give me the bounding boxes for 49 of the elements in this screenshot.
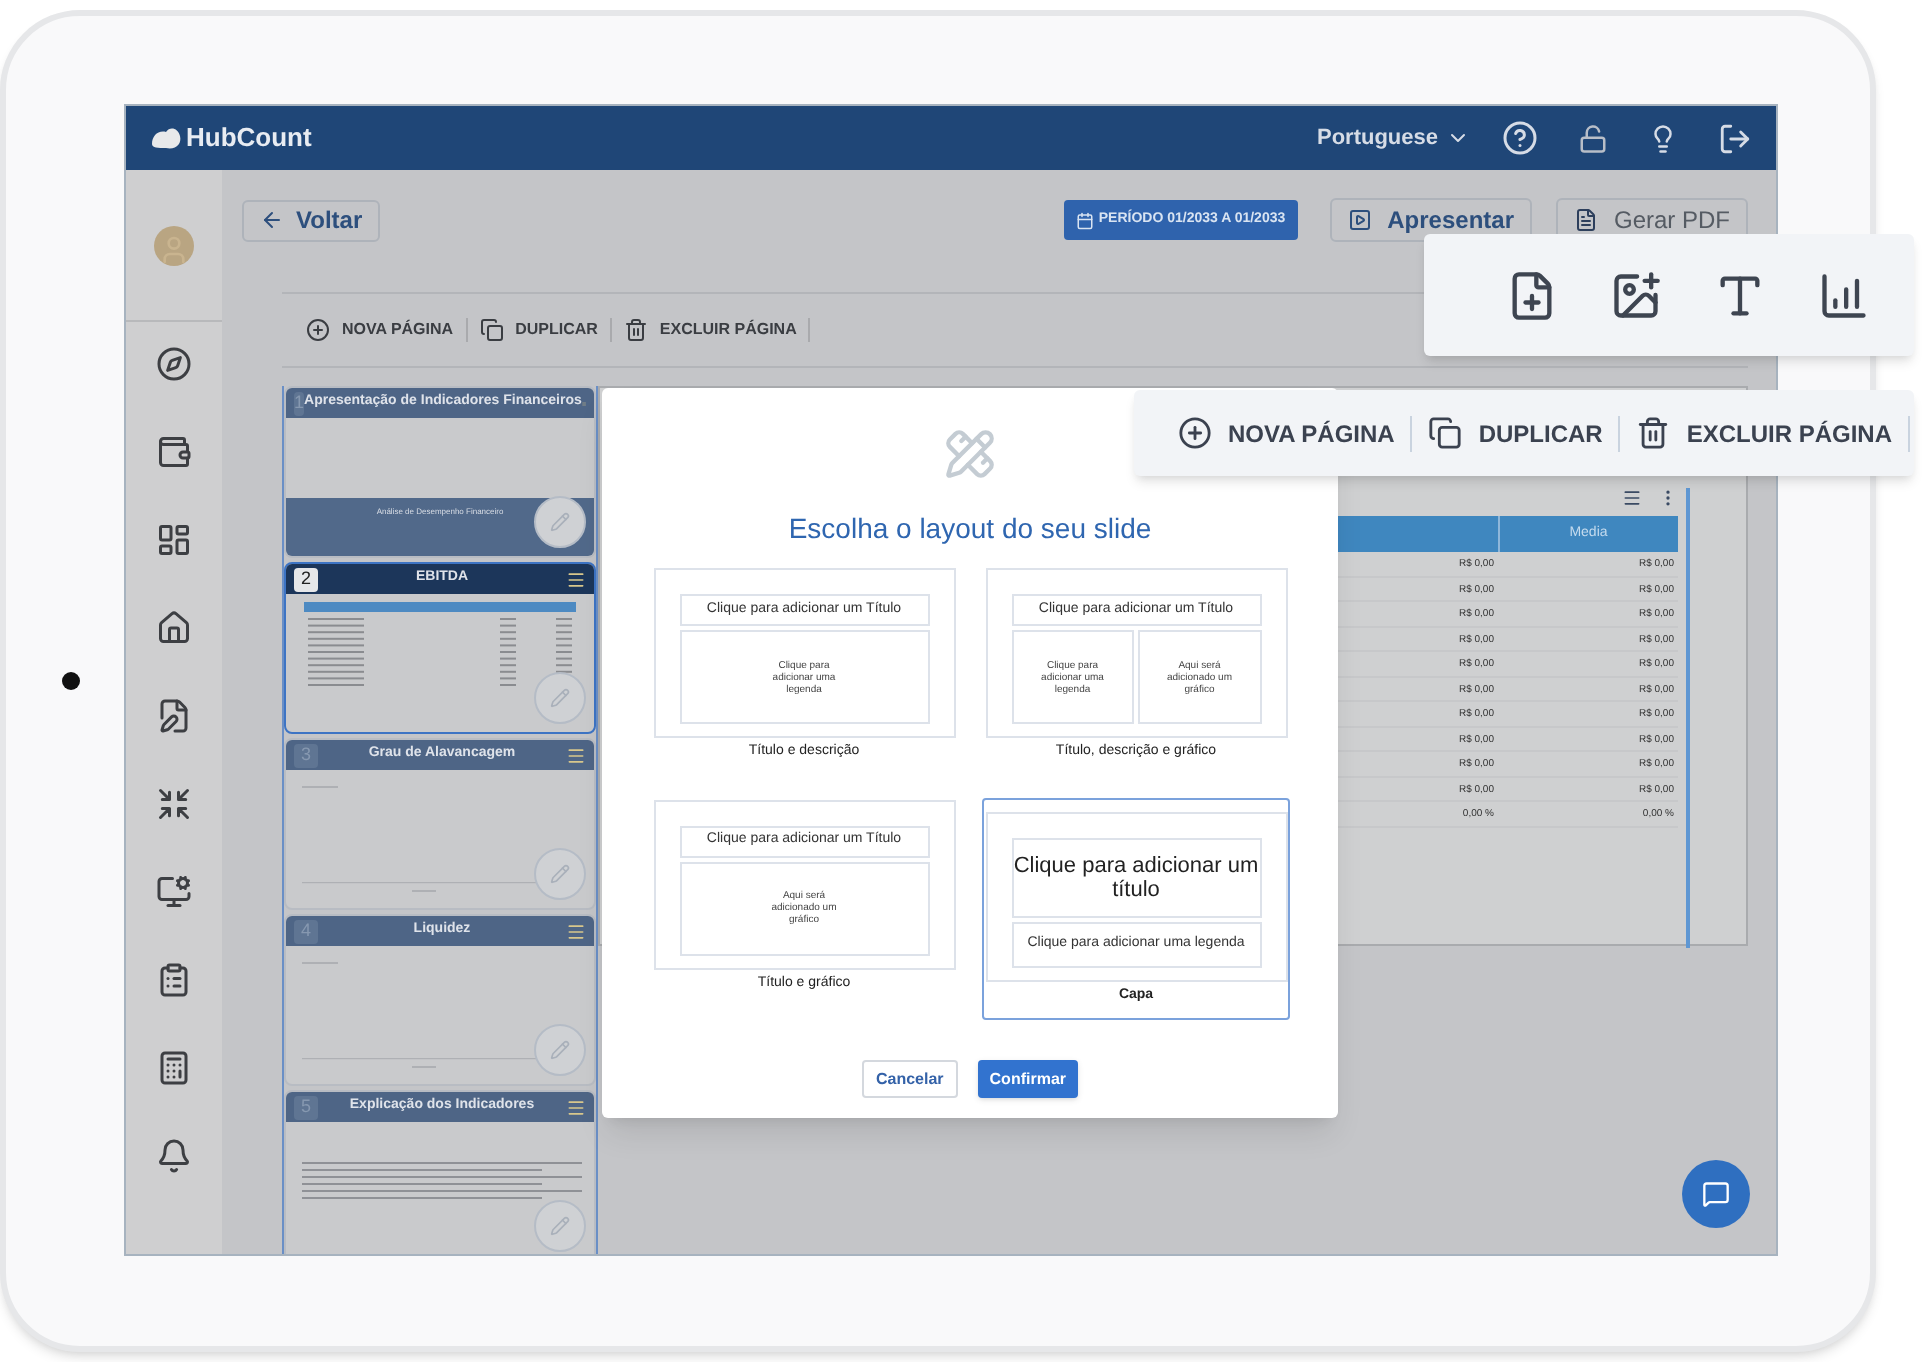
pencil-icon	[550, 1040, 570, 1060]
pencil-icon	[550, 688, 570, 708]
toolbar-button[interactable]: EXCLUIR PÁGINA	[623, 318, 797, 342]
slide-number: 2	[294, 567, 318, 591]
toolbar-button[interactable]: DUPLICAR	[1428, 415, 1603, 451]
calculator-icon[interactable]	[156, 1050, 192, 1086]
calendar-icon	[1076, 211, 1095, 229]
title-placeholder: Clique para adicionar um título	[1011, 837, 1261, 917]
copy-icon	[1428, 416, 1463, 450]
clipboard-icon[interactable]	[156, 962, 192, 998]
wallet-icon[interactable]	[156, 434, 192, 470]
design-tools-icon	[944, 428, 996, 480]
logo-text: HubCount	[186, 120, 312, 157]
help-icon[interactable]	[1502, 120, 1538, 156]
toolbar-button[interactable]: NOVA PÁGINA	[1178, 415, 1395, 451]
back-button[interactable]: Voltar	[242, 199, 381, 241]
toolbar-button[interactable]: EXCLUIR PÁGINA	[1636, 415, 1893, 451]
pencil-icon	[550, 864, 570, 884]
language-dropdown[interactable]: Portuguese	[1316, 121, 1470, 155]
add-icon	[1178, 416, 1212, 450]
trash-icon	[623, 318, 648, 342]
pencil-icon	[550, 1216, 570, 1236]
logo-icon	[150, 126, 182, 150]
lightbulb-icon[interactable]	[1648, 123, 1678, 153]
bell-icon[interactable]	[156, 1138, 192, 1174]
play-icon	[1347, 208, 1372, 232]
add-image-icon[interactable]	[1609, 269, 1661, 321]
arrow-left-icon	[260, 208, 284, 232]
home-icon[interactable]	[156, 610, 192, 646]
confirm-button[interactable]: Confirmar	[977, 1060, 1079, 1098]
copy-icon	[479, 318, 504, 342]
toolbar-button[interactable]: NOVA PÁGINA	[306, 318, 454, 342]
dialog-title: Escolha o layout do seu slide	[788, 510, 1152, 548]
toolbar-button[interactable]: DUPLICAR	[479, 318, 598, 342]
document-icon	[1573, 208, 1598, 232]
add-chart-icon[interactable]	[1817, 269, 1869, 321]
pencil-icon	[550, 512, 570, 532]
document-edit-icon[interactable]	[156, 698, 192, 734]
chat-icon	[1702, 1180, 1730, 1208]
monitor-icon[interactable]	[156, 874, 192, 910]
dashboard-icon[interactable]	[156, 522, 192, 558]
cancel-button[interactable]: Cancelar	[861, 1060, 958, 1098]
logout-icon[interactable]	[1718, 121, 1752, 155]
shrink-icon[interactable]	[156, 786, 192, 822]
trash-icon	[1636, 416, 1671, 450]
lock-icon[interactable]	[1578, 123, 1608, 153]
add-icon	[306, 318, 330, 342]
person-icon	[158, 233, 190, 265]
compass-icon[interactable]	[156, 346, 192, 382]
